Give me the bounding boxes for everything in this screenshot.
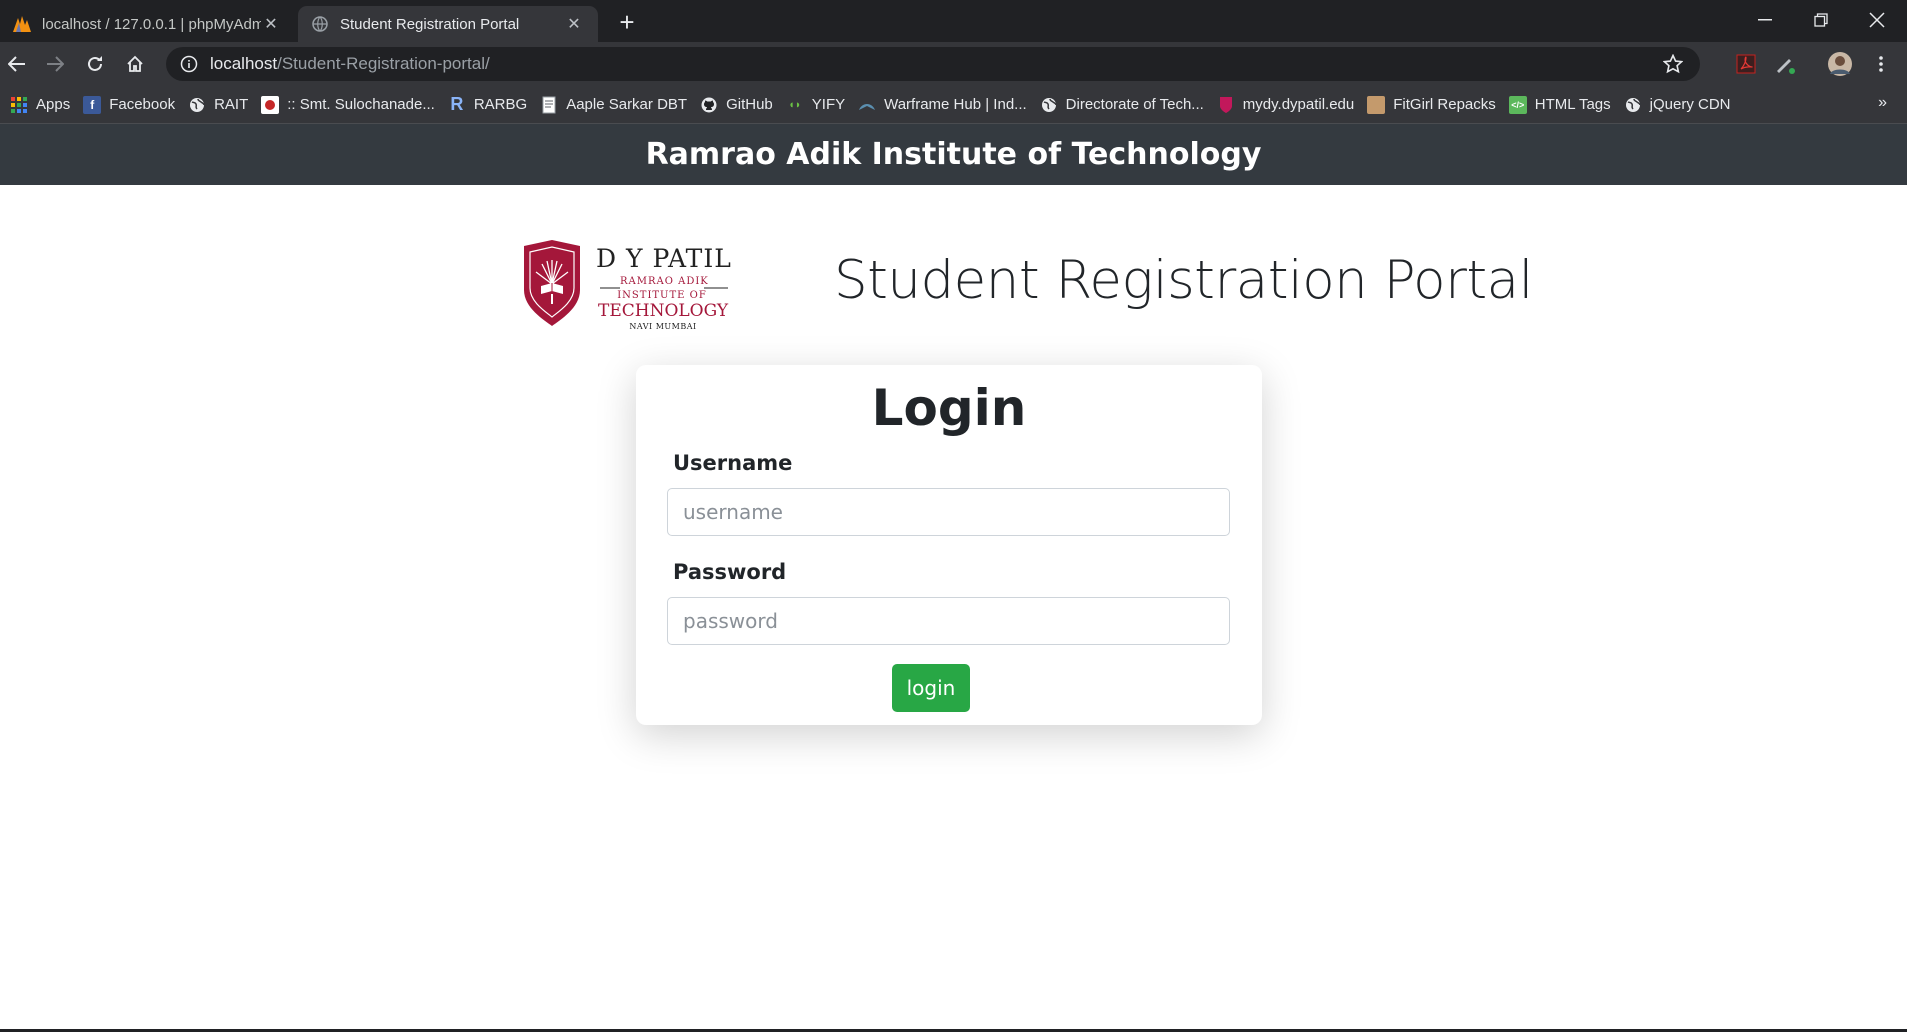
bookmark-warframe[interactable]: Warframe Hub | Ind... (854, 90, 1036, 120)
bookmark-label: FitGirl Repacks (1393, 96, 1496, 113)
forward-arrow-icon[interactable] (40, 49, 70, 79)
login-card: Login Username Password login (636, 365, 1262, 725)
bookmark-label: Warframe Hub | Ind... (884, 96, 1027, 113)
document-icon (540, 96, 558, 114)
portal-title: Student Registration Portal (834, 250, 1533, 311)
password-label: Password (673, 560, 787, 584)
bookmarks-bar: Apps f Facebook RAIT :: Smt. Sulochanade… (0, 86, 1907, 124)
rarbg-icon: R (450, 94, 464, 114)
globe-icon (1040, 96, 1058, 114)
bookmark-star-icon[interactable] (1662, 53, 1684, 75)
yify-icon: ◖◗ (788, 98, 802, 111)
address-bar[interactable]: localhost/Student-Registration-portal/ (166, 47, 1700, 81)
url-text: localhost/Student-Registration-portal/ (210, 54, 490, 74)
bookmark-label: RARBG (473, 96, 528, 113)
new-tab-button[interactable]: + (612, 8, 642, 38)
login-button[interactable]: login (892, 664, 970, 712)
minimize-icon[interactable] (1737, 0, 1793, 40)
globe-icon (1624, 96, 1642, 114)
bookmark-yify[interactable]: ◖◗ YIFY (782, 90, 854, 120)
globe-icon (310, 14, 330, 34)
navbar-title: Ramrao Adik Institute of Technology (645, 137, 1262, 172)
logo-line-technology: TECHNOLOGY (598, 301, 729, 321)
browser-tab-strip: localhost / 127.0.0.1 | phpMyAdmin ✕ Stu… (0, 0, 1907, 42)
browser-toolbar: localhost/Student-Registration-portal/ (0, 42, 1907, 86)
bookmark-github[interactable]: GitHub (696, 90, 782, 120)
logo-line-dy-patil: D Y PATIL (596, 244, 732, 273)
logo-line-navi-mumbai: NAVI MUMBAI (629, 322, 697, 331)
bookmark-html-tags[interactable]: </> HTML Tags (1505, 90, 1620, 120)
html-icon: </> (1508, 95, 1527, 114)
bookmark-label: RAIT (214, 96, 249, 113)
phpmyadmin-icon (12, 14, 32, 34)
fitgirl-icon (1367, 95, 1386, 114)
bookmark-facebook[interactable]: f Facebook (79, 90, 184, 120)
bookmark-apps[interactable]: Apps (6, 90, 79, 120)
url-path: /Student-Registration-portal/ (277, 54, 490, 73)
logo-line-ramrao-adik: RAMRAO ADIK (620, 276, 709, 287)
browser-tab-phpmyadmin[interactable]: localhost / 127.0.0.1 | phpMyAdmin ✕ (0, 6, 295, 42)
bookmark-label: Aaple Sarkar DBT (566, 96, 688, 113)
bookmark-directorate[interactable]: Directorate of Tech... (1036, 90, 1213, 120)
pen-extension-icon[interactable] (1770, 49, 1800, 79)
bookmark-mydy[interactable]: mydy.dypatil.edu (1213, 90, 1363, 120)
home-icon[interactable] (120, 49, 150, 79)
facebook-icon: f (83, 95, 102, 114)
reload-icon[interactable] (80, 49, 110, 79)
bookmark-label: jQuery CDN (1649, 96, 1731, 113)
bookmark-rait[interactable]: RAIT (184, 90, 257, 120)
logo-line-institute-of: INSTITUTE OF (617, 290, 707, 301)
bookmark-label: :: Smt. Sulochanade... (287, 96, 435, 113)
bookmark-label: Facebook (109, 96, 176, 113)
dypatil-icon (1217, 96, 1235, 114)
bookmark-aaple-sarkar[interactable]: Aaple Sarkar DBT (536, 90, 696, 120)
back-arrow-icon[interactable] (2, 49, 32, 79)
warframe-icon (858, 96, 876, 114)
bookmark-label: GitHub (726, 96, 773, 113)
pdf-extension-icon[interactable] (1731, 49, 1761, 79)
github-icon (700, 96, 718, 114)
bookmark-label: mydy.dypatil.edu (1242, 96, 1355, 113)
bookmark-sulochanade[interactable]: :: Smt. Sulochanade... (257, 90, 444, 120)
password-input[interactable] (667, 597, 1230, 645)
bookmark-label: Apps (36, 96, 71, 113)
login-heading: Login (871, 379, 1027, 437)
bookmark-label: YIFY (811, 96, 846, 113)
bookmark-label: HTML Tags (1534, 96, 1611, 113)
bookmark-label: Directorate of Tech... (1065, 96, 1204, 113)
site-info-icon[interactable] (178, 53, 200, 75)
site-icon (261, 95, 280, 114)
tab-title: localhost / 127.0.0.1 | phpMyAdmin (42, 15, 261, 33)
url-host: localhost (210, 54, 278, 73)
tab-title: Student Registration Portal (340, 15, 520, 33)
dy-patil-logo: D Y PATIL RAMRAO ADIK INSTITUTE OF TECHN… (520, 238, 735, 334)
bookmark-rarbg[interactable]: R RARBG (444, 90, 536, 120)
bookmark-fitgirl[interactable]: FitGirl Repacks (1363, 90, 1505, 120)
close-tab-icon[interactable]: ✕ (564, 14, 584, 34)
more-bookmarks-chevron-icon[interactable]: » (1878, 94, 1887, 112)
username-label: Username (673, 451, 793, 475)
menu-kebab-icon[interactable] (1866, 49, 1896, 79)
site-navbar: Ramrao Adik Institute of Technology (0, 124, 1907, 185)
close-tab-icon[interactable]: ✕ (261, 14, 281, 34)
profile-avatar[interactable] (1825, 49, 1855, 79)
bookmark-jquery-cdn[interactable]: jQuery CDN (1620, 90, 1740, 120)
close-window-icon[interactable] (1849, 0, 1905, 40)
globe-icon (188, 96, 206, 114)
restore-icon[interactable] (1793, 0, 1849, 40)
username-input[interactable] (667, 488, 1230, 536)
browser-tab-student-portal[interactable]: Student Registration Portal ✕ (298, 6, 598, 42)
apps-grid-icon (10, 96, 28, 114)
